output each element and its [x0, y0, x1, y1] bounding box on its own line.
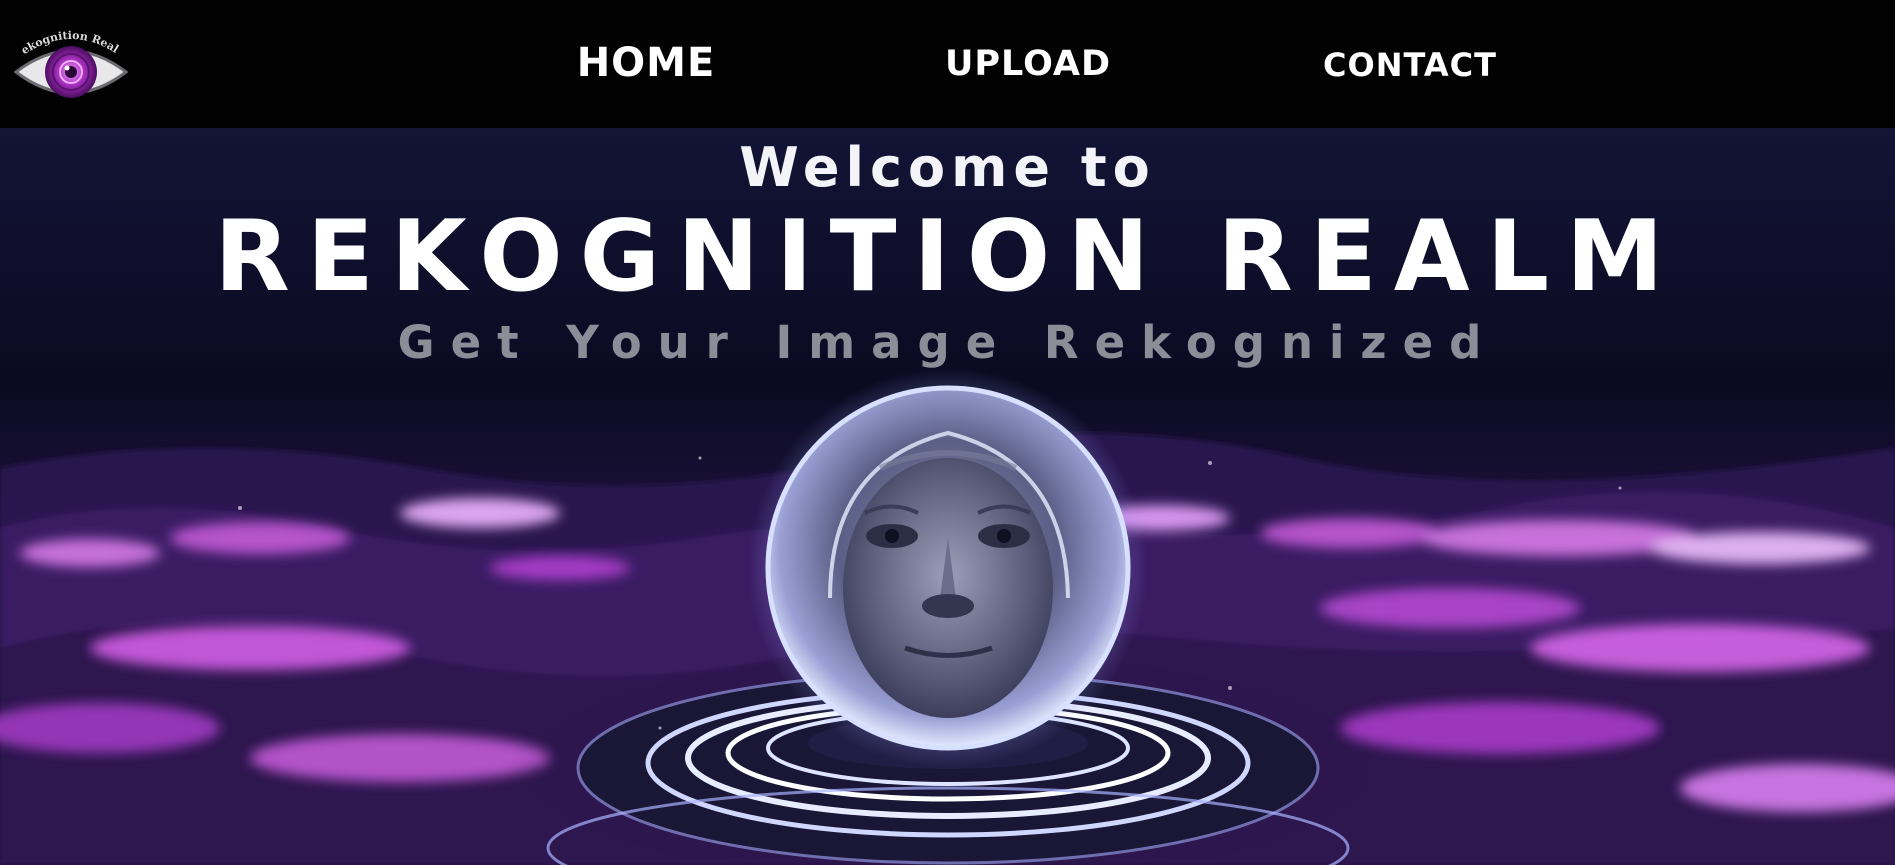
hero-title: REKOGNITION REALM: [214, 200, 1681, 314]
nav-upload-link[interactable]: UPLOAD: [945, 44, 1111, 84]
logo-eye-icon[interactable]: Rekognition Realm: [6, 14, 130, 106]
hero-banner: Welcome to REKOGNITION REALM Get Your Im…: [0, 128, 1895, 865]
top-navbar: Rekognition Realm HOME UPLOAD CONTACT: [0, 0, 1895, 128]
hero-tagline: Get Your Image Rekognized: [397, 316, 1498, 369]
logo-eye-graphic: Rekognition Realm: [6, 14, 129, 98]
nav-contact-link[interactable]: CONTACT: [1323, 46, 1497, 84]
hero-welcome-text: Welcome to: [739, 136, 1156, 199]
nav-home-link[interactable]: HOME: [577, 40, 716, 86]
